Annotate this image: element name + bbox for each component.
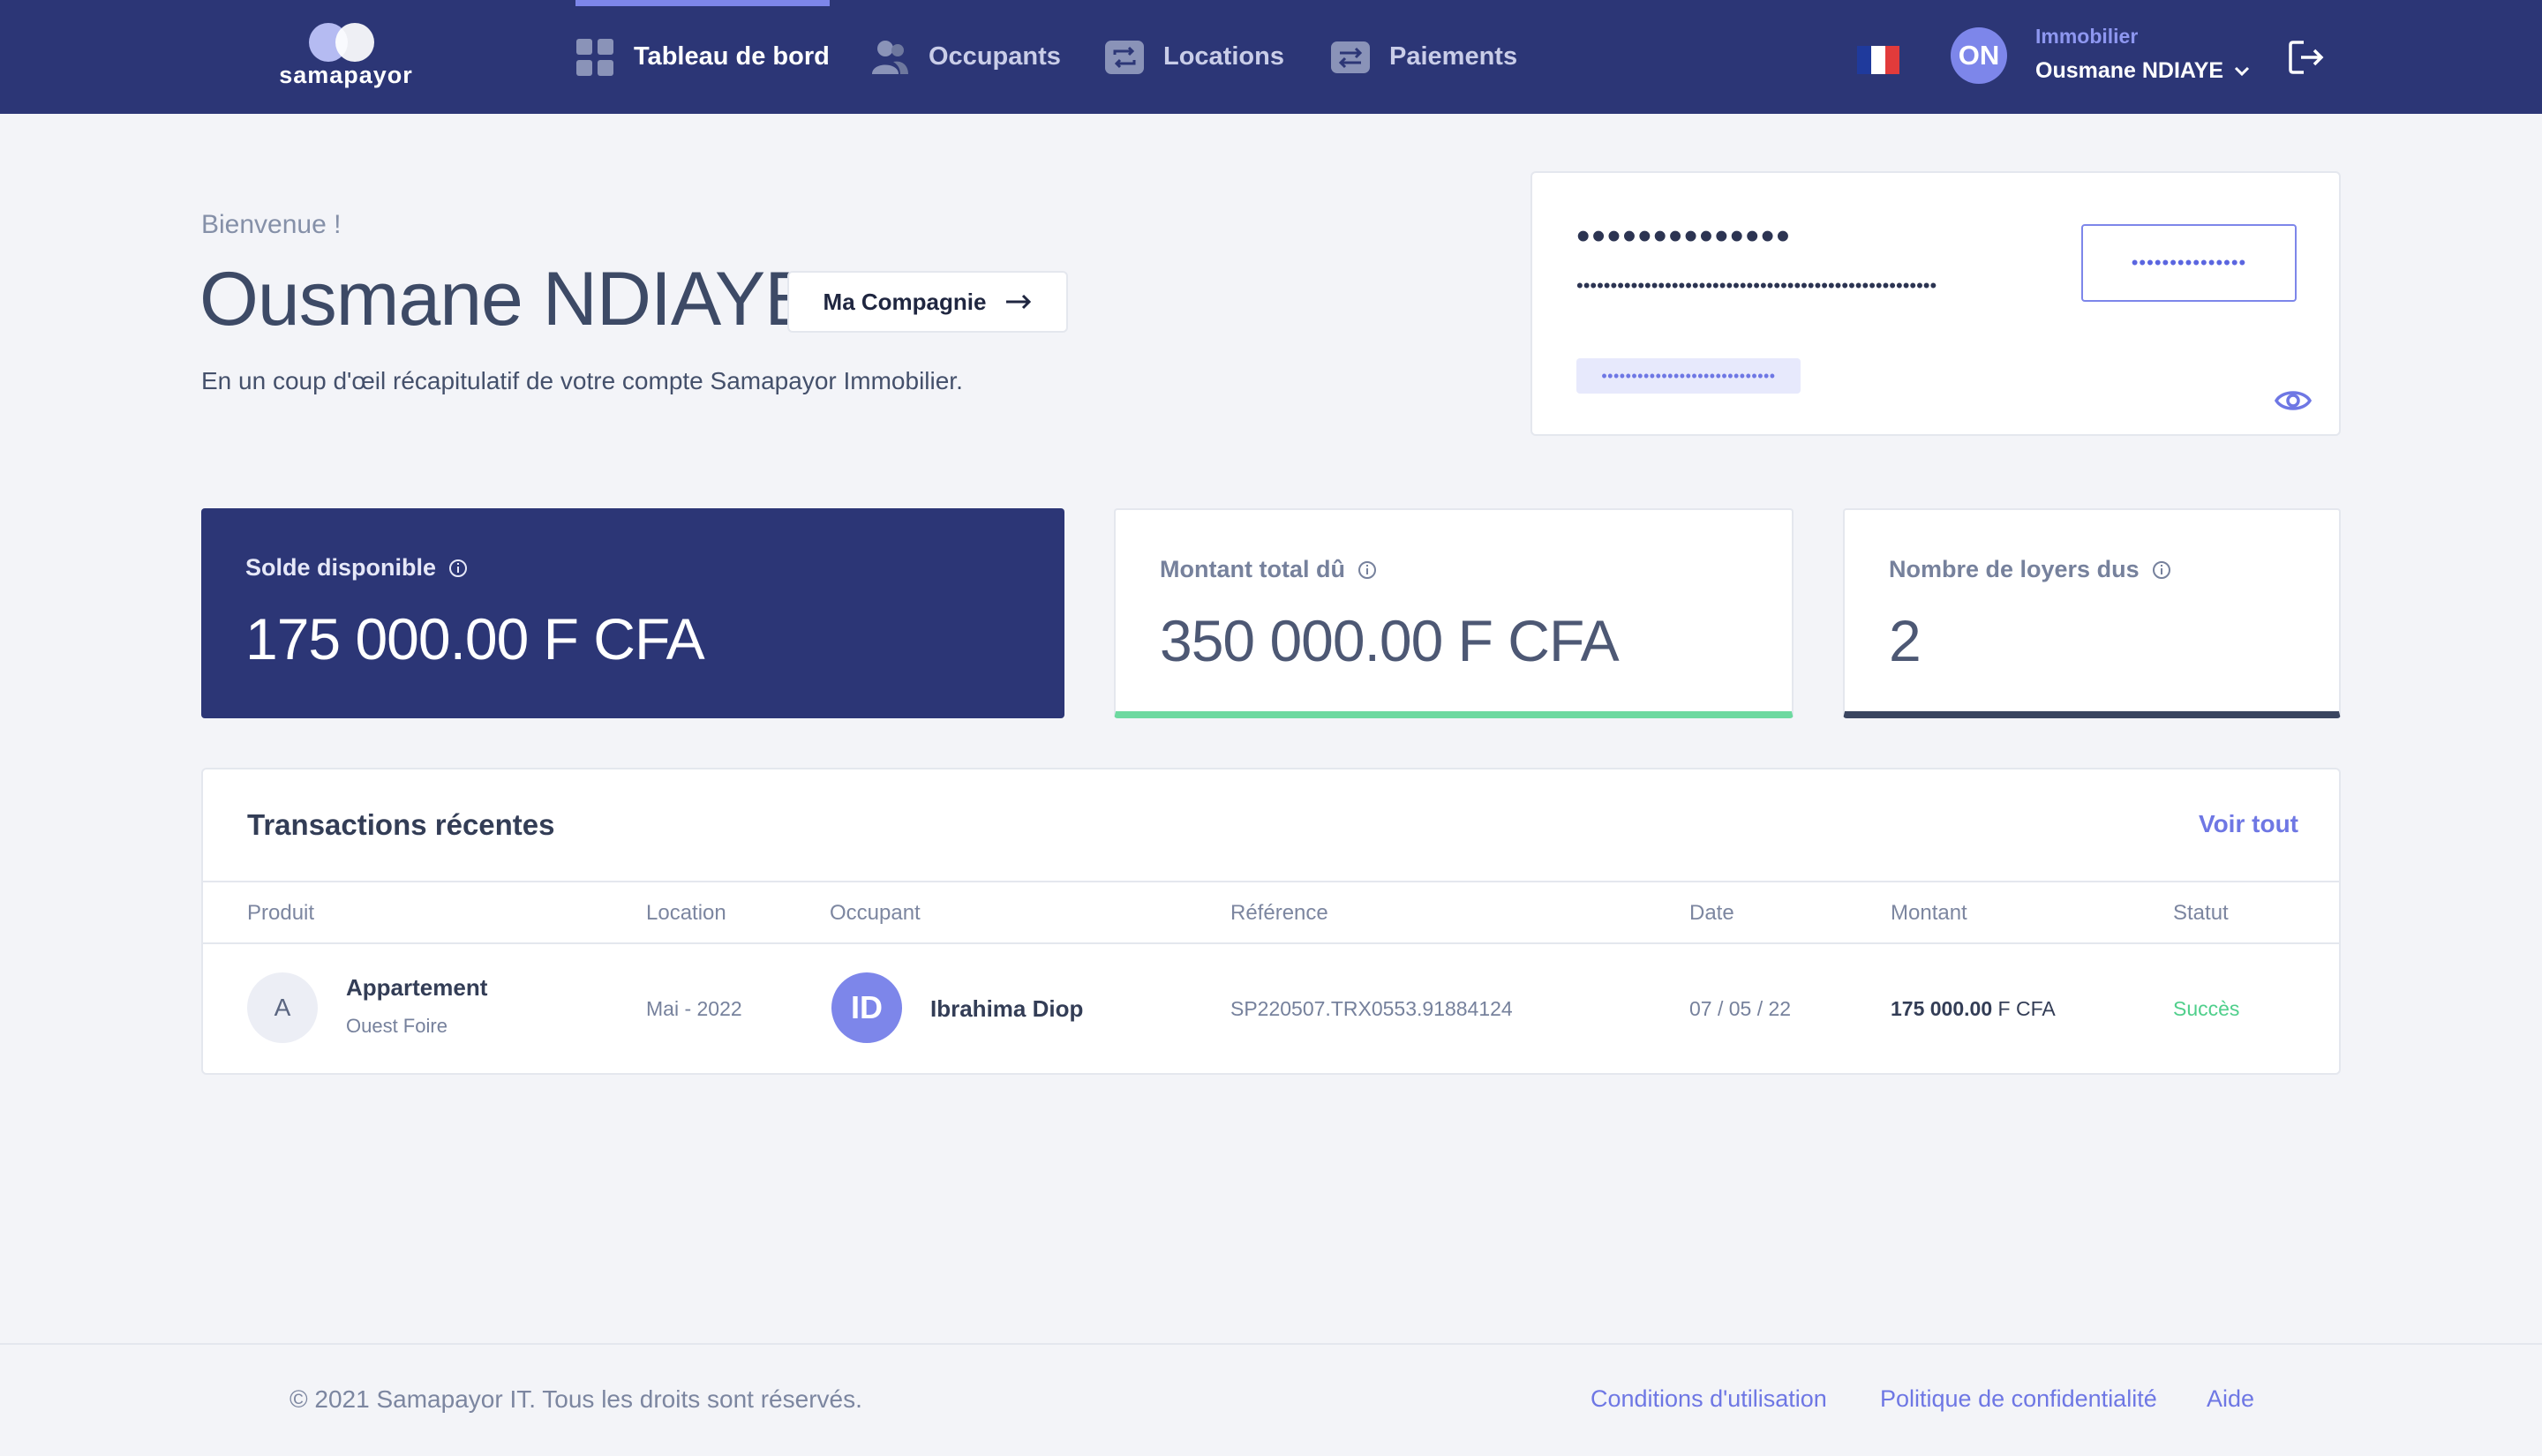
repeat-icon: [1105, 38, 1144, 77]
ma-compagnie-button[interactable]: Ma Compagnie: [787, 271, 1068, 333]
page-title: Ousmane NDIAYE: [199, 257, 816, 341]
footer-link-conditions[interactable]: Conditions d'utilisation: [1591, 1385, 1827, 1413]
user-name: Ousmane NDIAYE: [2035, 58, 2224, 83]
stat-value: 175 000.00 F CFA: [245, 606, 705, 672]
occupant-avatar: ID: [831, 972, 902, 1043]
footer-link-aide[interactable]: Aide: [2207, 1385, 2254, 1413]
column-header-occupant[interactable]: Occupant: [830, 882, 921, 944]
occupant-name: Ibrahima Diop: [930, 995, 1084, 1022]
column-header-reference[interactable]: Référence: [1230, 882, 1328, 944]
stat-value: 2: [1889, 608, 1922, 673]
column-header-montant[interactable]: Montant: [1891, 882, 1967, 944]
nav-label: Locations: [1163, 42, 1284, 71]
masked-action-button[interactable]: •••••••••••••••: [2081, 224, 2297, 302]
logo-text: samapayor: [279, 62, 413, 88]
stat-title: Solde disponible: [245, 554, 437, 581]
location-cell: Mai - 2022: [646, 997, 742, 1020]
column-header-produit[interactable]: Produit: [247, 882, 314, 944]
fr-flag-icon[interactable]: [1857, 46, 1899, 74]
samapayor-logo[interactable]: samapayor: [275, 21, 417, 92]
user-avatar[interactable]: ON: [1951, 27, 2007, 84]
product-name: Appartement: [346, 974, 488, 1001]
column-header-date[interactable]: Date: [1689, 882, 1734, 944]
welcome-greeting: Bienvenue !: [201, 210, 342, 239]
masked-account-line: ••••••••••••••••••••••••••••••••••••••••…: [1576, 274, 1937, 296]
transactions-card: Transactions récentes Voir tout Produit …: [201, 768, 2341, 1075]
info-icon[interactable]: [1357, 560, 1377, 580]
nav-occupants[interactable]: Occupants: [870, 0, 1061, 114]
amount-currency: F CFA: [1997, 997, 2056, 1020]
masked-badge: •••••••••••••••••••••••••••••: [1576, 358, 1801, 394]
amount-cell: 175 000.00 F CFA: [1891, 997, 2056, 1021]
logout-icon[interactable]: [2288, 39, 2325, 76]
nav-label: Occupants: [929, 42, 1061, 71]
reference-cell: SP220507.TRX0553.91884124: [1230, 997, 1513, 1020]
info-icon[interactable]: [2152, 560, 2171, 580]
table-row[interactable]: A Appartement Ouest Foire Mai - 2022 ID …: [203, 944, 2339, 1073]
user-role: Immobilier: [2035, 25, 2139, 48]
product-avatar: A: [247, 972, 318, 1043]
stat-card-montant-du: Montant total dû 350 000.00 F CFA: [1114, 508, 1794, 718]
stat-card-solde: Solde disponible 175 000.00 F CFA: [201, 508, 1064, 718]
table-header: Produit Location Occupant Référence Date…: [203, 881, 2339, 944]
nav-label: Paiements: [1389, 42, 1518, 71]
stat-value: 350 000.00 F CFA: [1160, 608, 1620, 673]
column-header-statut[interactable]: Statut: [2173, 882, 2229, 944]
product-subtitle: Ouest Foire: [346, 1015, 447, 1037]
status-badge: Succès: [2173, 997, 2240, 1020]
logo-mark-icon: [309, 23, 380, 65]
arrow-right-icon: [1006, 294, 1032, 310]
eye-icon[interactable]: [2274, 381, 2313, 420]
page-subtitle: En un coup d'œil récapitulatif de votre …: [201, 367, 963, 394]
nav-paiements[interactable]: Paiements: [1331, 0, 1517, 114]
amount-value: 175 000.00: [1891, 997, 1993, 1020]
account-info-card: •••••••••••••• •••••••••••••••••••••••••…: [1530, 171, 2341, 436]
transactions-title: Transactions récentes: [247, 808, 555, 841]
voir-tout-link[interactable]: Voir tout: [2199, 810, 2298, 838]
ma-compagnie-label: Ma Compagnie: [823, 288, 987, 315]
nav-label: Tableau de bord: [634, 42, 830, 71]
date-cell: 07 / 05 / 22: [1689, 997, 1792, 1020]
copyright-text: © 2021 Samapayor IT. Tous les droits son…: [290, 1385, 862, 1413]
user-menu[interactable]: Ousmane NDIAYE: [2035, 58, 2250, 84]
masked-account-title: ••••••••••••••: [1576, 214, 1792, 258]
stat-card-loyers-dus: Nombre de loyers dus 2: [1843, 508, 2341, 718]
transfer-icon: [1331, 38, 1370, 77]
footer-link-confidentialite[interactable]: Politique de confidentialité: [1880, 1385, 2157, 1413]
info-icon[interactable]: [448, 559, 468, 578]
users-icon: [870, 38, 909, 77]
stat-title: Nombre de loyers dus: [1889, 556, 2140, 582]
footer: © 2021 Samapayor IT. Tous les droits son…: [0, 1343, 2542, 1456]
dashboard-icon: [575, 38, 614, 77]
top-navbar: samapayor Tableau de bord Occupants Loca…: [0, 0, 2542, 114]
nav-locations[interactable]: Locations: [1105, 0, 1284, 114]
nav-tableau-de-bord[interactable]: Tableau de bord: [575, 0, 830, 114]
chevron-down-icon: [2234, 66, 2250, 76]
stat-title: Montant total dû: [1160, 556, 1345, 582]
column-header-location[interactable]: Location: [646, 882, 726, 944]
